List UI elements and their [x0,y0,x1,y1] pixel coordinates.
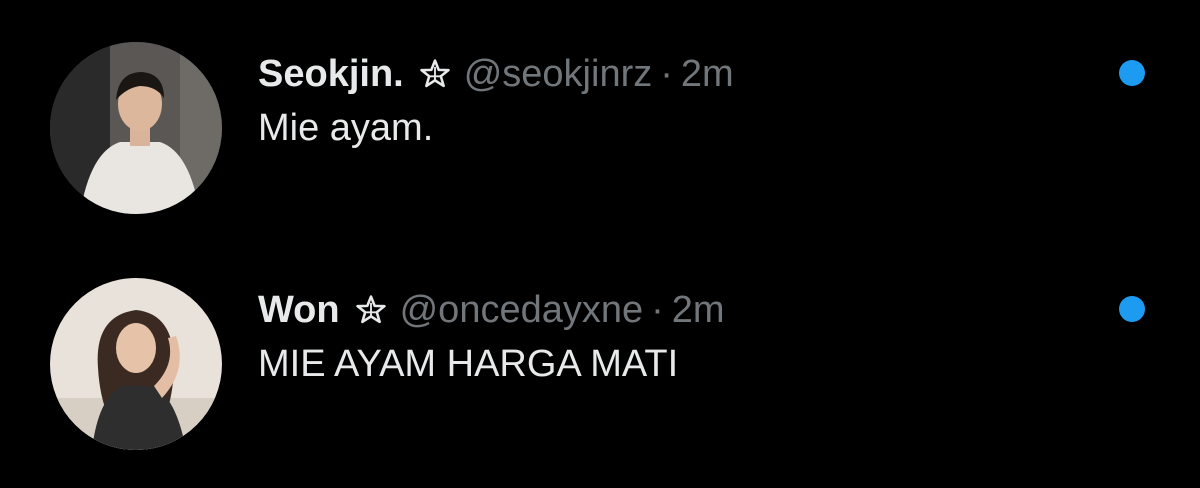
display-name[interactable]: Seokjin. [258,50,404,98]
star-outline-icon [354,293,388,327]
timestamp[interactable]: 2m [672,286,725,334]
unread-indicator [1119,60,1145,86]
timestamp[interactable]: 2m [681,50,734,98]
avatar-image [50,278,222,450]
avatar[interactable] [50,278,222,450]
notification-item[interactable]: Seokjin. @seokjinrz · 2m Mie ayam. [0,0,1200,214]
tweet-text: MIE AYAM HARGA MATI [258,343,679,385]
notification-item[interactable]: Won @oncedayxne · 2m MIE AYAM HARGA MATI [0,236,1200,450]
unread-indicator [1119,296,1145,322]
display-name[interactable]: Won [258,286,340,334]
star-outline-icon [418,57,452,91]
avatar[interactable] [50,42,222,214]
user-handle[interactable]: @seokjinrz [464,50,653,98]
user-handle[interactable]: @oncedayxne [400,286,644,334]
tweet-header: Won @oncedayxne · 2m [258,286,725,334]
separator-dot: · [651,289,664,331]
separator-dot: · [660,53,673,95]
tweet-text: Mie ayam. [258,107,434,149]
avatar-image [50,42,222,214]
tweet-header: Seokjin. @seokjinrz · 2m [258,50,734,98]
